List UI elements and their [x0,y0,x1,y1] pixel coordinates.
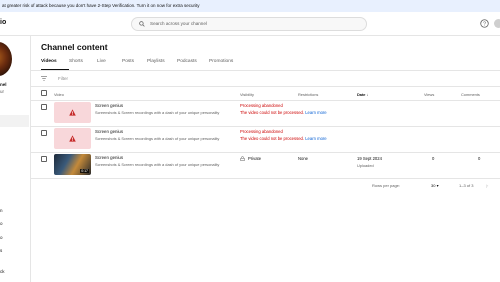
video-title[interactable]: Screen genius [95,103,123,108]
divider [31,70,500,71]
security-banner[interactable]: at greater risk of attack because you do… [0,0,500,12]
column-header-comments: Comments [461,92,480,97]
tab-playlists[interactable]: Playlists [147,58,177,70]
tab-live[interactable]: Live [97,58,122,70]
column-header-date[interactable]: Date ↓ [357,92,368,97]
chevron-down-icon: ▾ [436,183,439,188]
visibility-dropdown[interactable]: Private [240,156,261,161]
video-thumbnail[interactable]: 0:17 [54,154,91,175]
account-avatar[interactable] [494,19,500,28]
search-input[interactable]: Search across your channel [131,17,367,31]
select-all-checkbox[interactable] [41,90,47,96]
first-page-icon[interactable]: |‹ [486,183,488,188]
sidebar-item-feedback[interactable]: ck [0,269,5,274]
channel-avatar[interactable] [0,42,12,76]
restrictions-value: None [298,156,309,161]
row-checkbox[interactable] [41,156,47,162]
column-header-visibility: Visibility [240,92,254,97]
video-title[interactable]: Screen genius [95,129,123,134]
views-value: 0 [432,156,435,161]
warning-icon [69,135,76,142]
learn-more-link[interactable]: Learn more [305,136,326,141]
processing-error: The video could not be processed. Learn … [240,110,327,115]
column-header-views: Views [424,92,435,97]
divider [31,86,500,87]
processing-status: Processing abandoned [240,129,283,134]
date-value: 19 Sept 2024 [357,156,382,161]
table-row[interactable]: 0:17 Screen genius Screenshots & Screen … [31,153,500,179]
filter-icon[interactable] [41,76,47,81]
sidebar-item[interactable]: s [0,248,2,253]
video-title[interactable]: Screen genius [95,155,123,160]
video-duration: 0:17 [80,169,89,173]
help-icon[interactable]: ? [480,19,489,28]
video-thumbnail[interactable] [54,128,91,149]
processing-error: The video could not be processed. Learn … [240,136,327,141]
video-description: Screenshots & Screen recordings with a d… [95,136,220,141]
lock-icon [240,156,245,161]
tab-podcasts[interactable]: Podcasts [177,58,209,70]
page-range: 1–3 of 3 [459,183,474,188]
comments-value: 0 [478,156,481,161]
video-description: Screenshots & Screen recordings with a d… [95,162,220,167]
sidebar: nel ur n o o s ck [0,36,31,282]
tab-posts[interactable]: Posts [122,58,147,70]
rows-per-page-label: Rows per page: [372,183,401,188]
filter-input[interactable]: Filter [58,76,68,81]
channel-label: ur [0,89,5,94]
video-thumbnail[interactable] [54,102,91,123]
tab-videos[interactable]: Videos [41,58,69,70]
table-row[interactable]: Screen genius Screenshots & Screen recor… [31,127,500,153]
table-row[interactable]: Screen genius Screenshots & Screen recor… [31,101,500,127]
content-tabs: Videos Shorts Live Posts Playlists Podca… [41,58,243,70]
main-content: Channel content Videos Shorts Live Posts… [31,36,500,282]
column-header-restrictions: Restrictions [298,92,319,97]
sidebar-item[interactable]: o [0,221,3,226]
visibility-label: Private [248,156,262,161]
video-description: Screenshots & Screen recordings with a d… [95,110,220,115]
rows-per-page-select[interactable]: 30 ▾ [431,183,439,188]
channel-name: nel [0,82,7,87]
studio-logo[interactable]: io [0,19,6,26]
banner-text: at greater risk of attack because you do… [2,3,200,8]
arrow-down-icon: ↓ [366,92,369,97]
svg-text:?: ? [483,21,486,27]
search-placeholder: Search across your channel [150,21,207,26]
top-bar: io Search across your channel ? [0,12,500,36]
sidebar-item[interactable]: n [0,208,3,213]
row-checkbox[interactable] [41,104,47,110]
date-status: Uploaded [357,163,374,168]
learn-more-link[interactable]: Learn more [305,110,326,115]
tab-shorts[interactable]: Shorts [69,58,97,70]
search-icon [139,21,145,27]
warning-icon [69,109,76,116]
tab-promotions[interactable]: Promotions [209,58,243,70]
sidebar-item[interactable]: o [0,235,3,240]
page-title: Channel content [41,42,108,52]
processing-status: Processing abandoned [240,103,283,108]
sidebar-item-content[interactable] [0,115,29,127]
row-checkbox[interactable] [41,130,47,136]
column-header-video: Video [54,92,64,97]
